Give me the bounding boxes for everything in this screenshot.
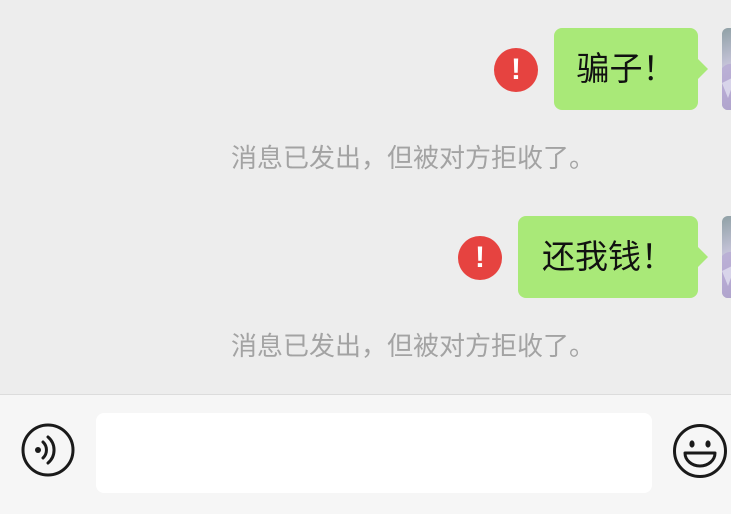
message-bubble[interactable]: 骗子！ — [554, 28, 708, 110]
emoji-button[interactable] — [672, 423, 728, 479]
rejected-notice: 消息已发出，但被对方拒收了。 — [230, 332, 595, 362]
message-list[interactable]: ! 骗子！ 消息已发出，但被对方拒收了。 ! 还我钱！ 消息已发出，但被对方拒收… — [0, 0, 731, 394]
rejected-notice: 消息已发出，但被对方拒收了。 — [230, 144, 595, 174]
avatar[interactable] — [722, 28, 731, 110]
input-bar — [0, 394, 731, 514]
message-input[interactable] — [96, 413, 652, 493]
emoji-icon — [673, 424, 727, 478]
message-bubble[interactable]: 还我钱！ — [518, 216, 708, 298]
voice-icon — [21, 423, 75, 477]
avatar-image — [722, 63, 731, 110]
error-icon[interactable]: ! — [494, 48, 538, 92]
error-icon[interactable]: ! — [458, 236, 502, 280]
message-row: ! 还我钱！ — [0, 216, 731, 298]
chat-screen: ! 骗子！ 消息已发出，但被对方拒收了。 ! 还我钱！ 消息已发出，但被对方拒收… — [0, 0, 731, 514]
voice-button[interactable] — [21, 423, 75, 477]
avatar-image — [722, 251, 731, 298]
message-row: ! 骗子！ — [0, 28, 731, 110]
avatar[interactable] — [722, 216, 731, 298]
